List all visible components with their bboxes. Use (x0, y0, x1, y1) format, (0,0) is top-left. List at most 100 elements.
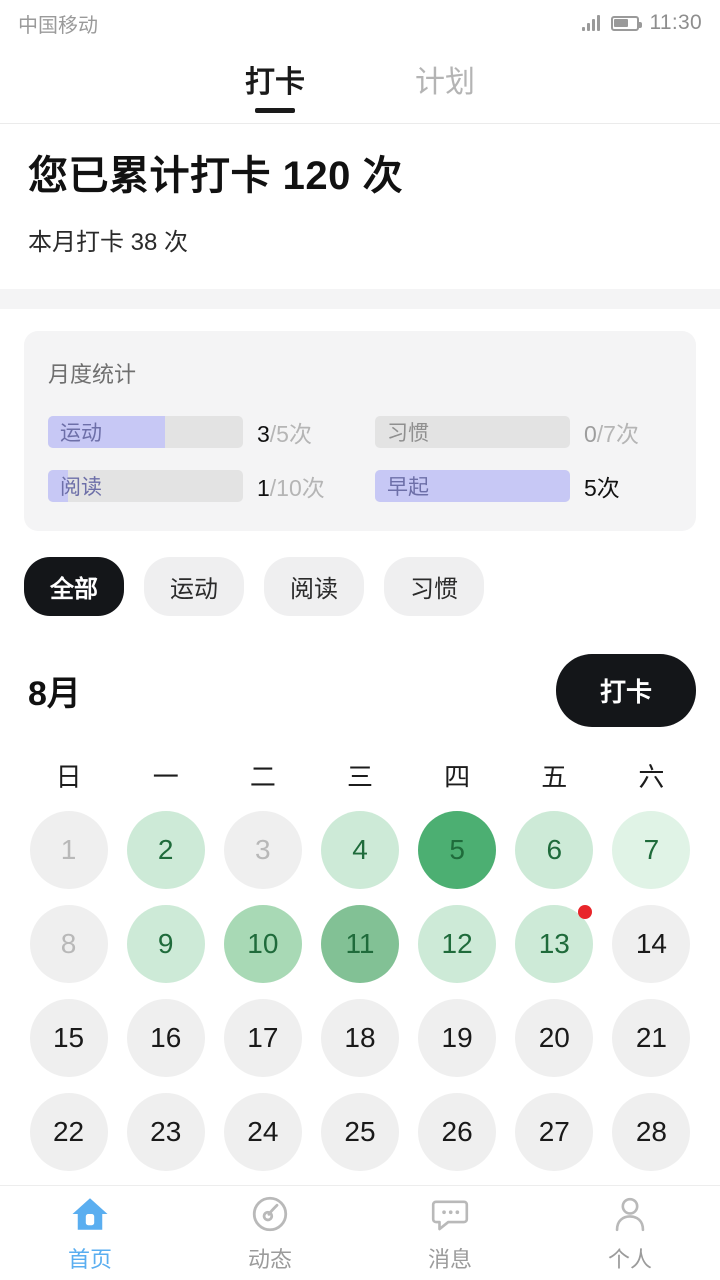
stat-row-reading[interactable]: 阅读 1/10次 (48, 469, 345, 503)
calendar-day[interactable]: 22 (30, 1093, 108, 1171)
calendar-day[interactable]: 18 (321, 999, 399, 1077)
status-bar-right: 11:30 (582, 11, 703, 35)
calendar-cell: 27 (506, 1090, 603, 1174)
calendar-day-number: 10 (247, 928, 278, 960)
calendar-day[interactable]: 15 (30, 999, 108, 1077)
calendar-day[interactable]: 19 (418, 999, 496, 1077)
calendar-day[interactable]: 27 (515, 1093, 593, 1171)
calendar-day-number: 22 (53, 1116, 84, 1148)
nav-item-message-label: 消息 (428, 1242, 472, 1274)
calendar-day[interactable]: 25 (321, 1093, 399, 1171)
nav-item-home[interactable]: 首页 (0, 1193, 180, 1274)
nav-item-message[interactable]: 消息 (360, 1193, 540, 1274)
monthly-stats-card: 月度统计 运动 3/5次 习惯 0/7次 阅读 (24, 331, 696, 531)
calendar-cell: 18 (311, 996, 408, 1080)
calendar-day[interactable]: 3 (224, 811, 302, 889)
calendar-day-number: 27 (539, 1116, 570, 1148)
calendar-day-number: 13 (539, 928, 570, 960)
calendar-cell: 22 (20, 1090, 117, 1174)
stat-row-habit[interactable]: 习惯 0/7次 (375, 415, 672, 449)
calendar-day[interactable]: 11 (321, 905, 399, 983)
tab-checkin[interactable]: 打卡 (245, 57, 305, 113)
checkin-button[interactable]: 打卡 (556, 654, 696, 727)
home-icon (69, 1193, 111, 1235)
calendar-day[interactable]: 14 (612, 905, 690, 983)
filter-chip-habit[interactable]: 习惯 (384, 557, 484, 616)
nav-item-profile-label: 个人 (608, 1242, 652, 1274)
calendar-day[interactable]: 28 (612, 1093, 690, 1171)
weekday-label: 二 (214, 751, 311, 808)
calendar-day[interactable]: 2 (127, 811, 205, 889)
calendar-day-number: 9 (158, 928, 174, 960)
message-icon (429, 1193, 471, 1235)
calendar-cell: 12 (409, 902, 506, 986)
tab-plan-label: 计划 (415, 66, 475, 99)
calendar-day[interactable]: 16 (127, 999, 205, 1077)
calendar-day[interactable]: 1 (30, 811, 108, 889)
calendar-day[interactable]: 6 (515, 811, 593, 889)
filter-chip-reading[interactable]: 阅读 (264, 557, 364, 616)
calendar-day-number: 25 (344, 1116, 375, 1148)
progress-track: 早起 (375, 470, 570, 502)
calendar-day[interactable]: 21 (612, 999, 690, 1077)
month-label: 8月 (28, 666, 81, 715)
calendar-day-number: 24 (247, 1116, 278, 1148)
tab-plan[interactable]: 计划 (415, 57, 475, 113)
calendar-cell: 8 (20, 902, 117, 986)
calendar-cell: 10 (214, 902, 311, 986)
calendar-week-row: 8 9 10 11 12 13 14 (20, 902, 700, 986)
weekday-header-row: 日一二三四五六 (20, 751, 700, 808)
app-root: 中国移动 11:30 打卡 计划 您已累计打卡 120 次 本月打卡 38 次 … (0, 0, 720, 1280)
stat-value: 0/7次 (584, 415, 672, 449)
weekday-label: 四 (409, 751, 506, 808)
stat-row-early-rise[interactable]: 早起 5次 (375, 469, 672, 503)
nav-item-dynamic[interactable]: 动态 (180, 1193, 360, 1274)
calendar-day-number: 20 (539, 1022, 570, 1054)
calendar-cell: 11 (311, 902, 408, 986)
stat-row-sports[interactable]: 运动 3/5次 (48, 415, 345, 449)
calendar-day[interactable]: 7 (612, 811, 690, 889)
calendar-day[interactable]: 12 (418, 905, 496, 983)
calendar-day-number: 18 (344, 1022, 375, 1054)
calendar-week-row: 22 23 24 25 26 27 28 (20, 1090, 700, 1174)
page-title: 您已累计打卡 120 次 (28, 154, 692, 198)
calendar-day[interactable]: 23 (127, 1093, 205, 1171)
filter-chip-sports[interactable]: 运动 (144, 557, 244, 616)
calendar-day[interactable]: 26 (418, 1093, 496, 1171)
calendar-week-row: 12 3 4567 (20, 808, 700, 892)
weekday-label: 一 (117, 751, 214, 808)
calendar-cell: 23 (117, 1090, 214, 1174)
calendar-cell: 17 (214, 996, 311, 1080)
stat-label: 早起 (375, 470, 570, 502)
calendar-cell: 28 (603, 1090, 700, 1174)
calendar-day[interactable]: 13 (515, 905, 593, 983)
calendar-day[interactable]: 5 (418, 811, 496, 889)
calendar-day[interactable]: 4 (321, 811, 399, 889)
top-tab-bar: 打卡 计划 (0, 46, 720, 124)
calendar-cell: 14 (603, 902, 700, 986)
filter-chip-all[interactable]: 全部 (24, 557, 124, 616)
nav-item-dynamic-label: 动态 (248, 1242, 292, 1274)
calendar-cell: 4 (311, 808, 408, 892)
calendar-day[interactable]: 24 (224, 1093, 302, 1171)
calendar-day[interactable]: 9 (127, 905, 205, 983)
nav-item-profile[interactable]: 个人 (540, 1193, 720, 1274)
progress-track: 习惯 (375, 416, 570, 448)
stat-value: 5次 (584, 469, 672, 503)
calendar-cell: 1 (20, 808, 117, 892)
calendar-day-number: 21 (636, 1022, 667, 1054)
weekday-label: 五 (506, 751, 603, 808)
calendar-day[interactable]: 17 (224, 999, 302, 1077)
status-clock: 11:30 (650, 11, 703, 35)
progress-track: 运动 (48, 416, 243, 448)
calendar-cell: 6 (506, 808, 603, 892)
bottom-nav-bar: 首页 动态 消息 个人 (0, 1185, 720, 1280)
person-icon (609, 1193, 651, 1235)
calendar-day[interactable]: 8 (30, 905, 108, 983)
calendar-day-number: 11 (345, 928, 374, 960)
calendar-day[interactable]: 10 (224, 905, 302, 983)
calendar-day[interactable]: 20 (515, 999, 593, 1077)
calendar-day-number: 3 (255, 834, 271, 866)
carrier-label: 中国移动 (18, 9, 98, 38)
stat-label: 运动 (48, 416, 243, 448)
